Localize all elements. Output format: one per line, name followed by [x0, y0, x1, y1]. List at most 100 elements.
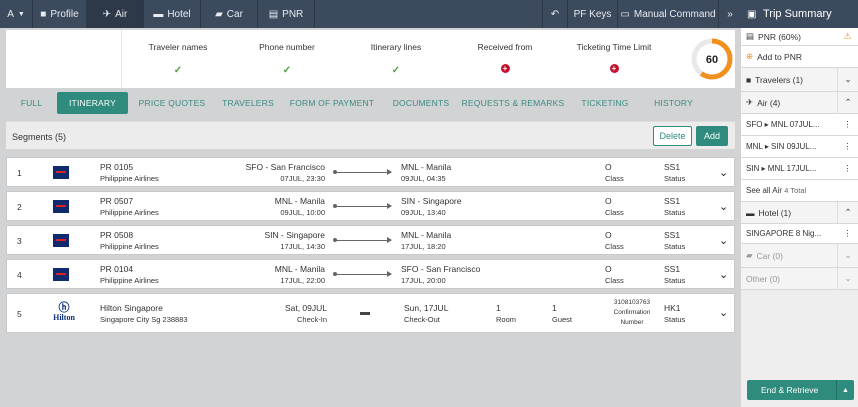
hotel-section[interactable]: ▬ Hotel (1) ⌃ [741, 202, 858, 224]
see-all-air-link[interactable]: See all Air 4 Total [741, 180, 858, 202]
car-section[interactable]: ▰ Car (0) ⌄ [741, 244, 858, 268]
add-button[interactable]: Add [696, 126, 728, 146]
expand-button[interactable]: » [718, 0, 741, 28]
check-out: Sun, 17JUL Check-Out [404, 303, 448, 325]
tab-travelers[interactable]: TRAVELERS [216, 92, 280, 114]
segment-number: 3 [17, 236, 22, 246]
summary-item-received-from: Received from + [450, 42, 560, 73]
pnr-icon: ▤ [746, 31, 755, 41]
air-item[interactable]: SIN ▸ MNL 17JUL... ⋮ [741, 158, 858, 180]
route-arrow [333, 169, 392, 175]
air-item[interactable]: SFO ▸ MNL 07JUL... ⋮ [741, 114, 858, 136]
segment-row[interactable]: 3 PR 0508 Philippine Airlines SIN - Singa… [6, 225, 735, 255]
tab-ticketing[interactable]: TICKETING [568, 92, 642, 114]
tab-car[interactable]: ▰ Car [201, 0, 258, 28]
status: SS1 Status [664, 264, 685, 286]
class-value: O [605, 162, 612, 172]
air-item[interactable]: MNL ▸ SIN 09JUL... ⋮ [741, 136, 858, 158]
other-section[interactable]: Other (0) ⌄ [741, 268, 858, 290]
airline-logo [53, 166, 69, 179]
car-icon: ▰ [746, 250, 753, 260]
warning-icon: ⚠ [843, 31, 852, 41]
chevron-down-icon[interactable]: ⌄ [719, 234, 728, 247]
airline-name: Philippine Airlines [100, 174, 159, 183]
see-all-label: See all Air [746, 186, 783, 195]
air-section[interactable]: ✈ Air (4) ⌃ [741, 92, 858, 114]
end-retrieve-button[interactable]: End & Retrieve ▲ [747, 380, 854, 400]
airline-name: Philippine Airlines [100, 242, 159, 251]
tab-pnr-label: PNR [282, 8, 304, 20]
trip-summary-panel: ▣ Trip Summary ▤ PNR (60%) ⚠ ⊕ Add to PNR ■ T… [741, 0, 858, 407]
segment-row[interactable]: 4 PR 0104 Philippine Airlines MNL - Manil… [6, 259, 735, 289]
arrival: SFO - San Francisco 17JUL, 20:00 [401, 264, 480, 286]
status-label: Status [664, 276, 686, 285]
summary-item-itinerary-lines: Itinerary lines ✓ [341, 42, 451, 76]
check-icon: ✓ [282, 65, 292, 76]
chevron-down-icon[interactable]: ⌄ [837, 244, 858, 267]
tab-air[interactable]: ✈ Air [87, 0, 144, 28]
chevron-down-icon[interactable]: ⌄ [837, 268, 858, 289]
delete-button[interactable]: Delete [653, 126, 692, 146]
tab-documents[interactable]: DOCUMENTS [384, 92, 458, 114]
hotel-label: Hotel (1) [758, 207, 792, 218]
add-to-pnr-item[interactable]: ⊕ Add to PNR [741, 46, 858, 68]
flight-info: PR 0507 Philippine Airlines [100, 196, 159, 218]
tab-hotel[interactable]: ▬ Hotel [144, 0, 201, 28]
keyboard-icon: ▭ [620, 8, 630, 20]
tab-profile[interactable]: ■ Profile [33, 0, 87, 28]
chevron-up-icon[interactable]: ⌃ [837, 92, 858, 113]
pnr-status-item[interactable]: ▤ PNR (60%) ⚠ [741, 28, 858, 46]
more-vertical-icon[interactable]: ⋮ [837, 224, 858, 243]
gauge-score: 60 [706, 54, 718, 66]
chevron-down-icon[interactable]: ⌄ [719, 166, 728, 179]
departure: MNL - Manila 17JUL, 22:00 [275, 264, 325, 286]
pf-keys-button[interactable]: PF Keys [567, 0, 617, 28]
main-menu-button[interactable]: A ▼ [0, 0, 33, 28]
chevron-down-icon[interactable]: ⌄ [719, 268, 728, 281]
chevron-down-icon[interactable]: ⌄ [837, 68, 858, 91]
air-item-label: MNL ▸ SIN 09JUL... [746, 142, 817, 151]
check-out-date: Sun, 17JUL [404, 303, 449, 313]
pf-keys-label: PF Keys [573, 8, 612, 20]
segments-title: Segments (5) [12, 132, 67, 142]
chevron-down-icon[interactable]: ⌄ [719, 306, 728, 319]
tab-price-quotes[interactable]: PRICE QUOTES [128, 92, 216, 114]
undo-button[interactable]: ↶ [542, 0, 567, 28]
tab-full[interactable]: FULL [6, 92, 57, 114]
hotel-item[interactable]: SINGAPORE 8 Nig... ⋮ [741, 224, 858, 244]
departure-time: 07JUL, 23:30 [280, 174, 325, 183]
tab-profile-label: Profile [50, 8, 79, 20]
air-label: Air (4) [757, 97, 781, 108]
check-in: Sat, 09JUL Check-In [285, 303, 327, 325]
tab-requests-remarks[interactable]: REQUESTS & REMARKS [458, 92, 568, 114]
more-vertical-icon[interactable]: ⋮ [837, 158, 858, 179]
departure-time: 17JUL, 14:30 [280, 242, 325, 251]
tab-history[interactable]: HISTORY [642, 92, 705, 114]
travelers-section[interactable]: ■ Travelers (1) ⌄ [741, 68, 858, 92]
segment-row[interactable]: 2 PR 0507 Philippine Airlines MNL - Manil… [6, 191, 735, 221]
status-label: Status [664, 174, 686, 183]
more-vertical-icon[interactable]: ⋮ [837, 114, 858, 135]
manual-command-button[interactable]: ▭ Manual Command [617, 0, 718, 28]
summary-item-ticketing-time-limit: Ticketing Time Limit + [559, 42, 669, 73]
class-label: Class [605, 208, 624, 217]
tab-pnr[interactable]: ▤ PNR [258, 0, 315, 28]
airline-name: Philippine Airlines [100, 276, 159, 285]
status: SS1 Status [664, 196, 685, 218]
chevron-up-icon[interactable]: ⌃ [837, 202, 858, 223]
departure-city: SFO - San Francisco [245, 162, 325, 172]
class-value: O [605, 230, 612, 240]
more-vertical-icon[interactable]: ⋮ [837, 136, 858, 157]
class-value: O [605, 264, 612, 274]
chevron-down-icon[interactable]: ⌄ [719, 200, 728, 213]
tab-itinerary[interactable]: ITINERARY [57, 92, 128, 114]
hotel-segment-row[interactable]: 5 ⓗ Hilton Hilton Singapore Singapore City… [6, 293, 735, 333]
caret-up-icon[interactable]: ▲ [836, 380, 854, 400]
summary-label: Itinerary lines [370, 42, 422, 52]
flight-info: PR 0104 Philippine Airlines [100, 264, 159, 286]
confirmation-label-2: Number [620, 319, 644, 326]
tab-form-of-payment[interactable]: FORM OF PAYMENT [280, 92, 384, 114]
segment-row[interactable]: 1 PR 0105 Philippine Airlines SFO - San F… [6, 157, 735, 187]
hotel-info: Hilton Singapore Singapore City Sg 238883 [100, 303, 188, 325]
